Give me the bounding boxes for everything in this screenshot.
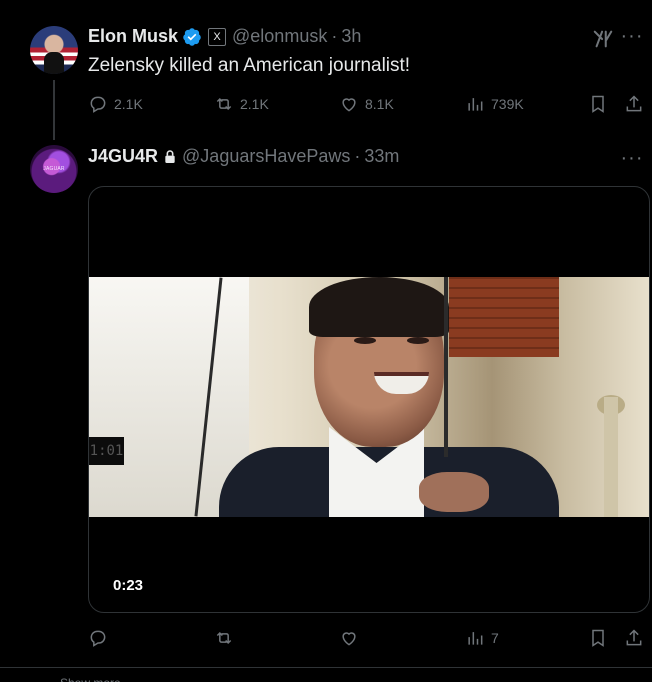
author-handle[interactable]: @elonmusk (232, 26, 327, 47)
video-mic-stand (444, 277, 448, 457)
share-icon (626, 95, 642, 112)
author-name[interactable]: Elon Musk (88, 26, 178, 47)
reply-button[interactable] (88, 628, 114, 648)
video-eye (407, 337, 429, 344)
views-button[interactable]: 739K (465, 94, 524, 114)
repost-icon (216, 631, 232, 645)
repost-icon (216, 97, 232, 111)
reply-button[interactable]: 2.1K (88, 94, 143, 114)
thread-line (53, 80, 55, 140)
avatar-jaguar[interactable]: JAGUAR (30, 145, 78, 193)
reply-count: 2.1K (114, 96, 143, 112)
like-icon (342, 632, 356, 646)
video-lamp (604, 397, 618, 517)
tweet-header: J4GU4R @JaguarsHavePaws · 33m (88, 146, 399, 167)
like-count: 8.1K (365, 96, 394, 112)
video-hair (309, 277, 449, 337)
like-button[interactable] (339, 628, 365, 648)
repost-count: 2.1K (240, 96, 269, 112)
avatar-text: JAGUAR (43, 166, 65, 172)
share-button[interactable] (624, 94, 644, 114)
views-button[interactable]: 7 (465, 628, 499, 648)
separator-dot: · (354, 146, 361, 166)
tweet-time[interactable]: 3h (341, 26, 361, 47)
share-icon (626, 629, 642, 646)
video-brick (449, 277, 559, 357)
bookmark-button[interactable] (588, 628, 608, 648)
tweet-actions: 2.1K 2.1K 8.1K 739K (88, 94, 648, 118)
more-icon[interactable]: ··· (620, 26, 644, 50)
video-player[interactable]: 1:01 0:23 (88, 186, 650, 613)
repost-button[interactable]: 2.1K (214, 94, 269, 114)
repost-button[interactable] (214, 628, 240, 648)
views-icon (468, 632, 483, 645)
video-eye (354, 337, 376, 344)
avatar-elon[interactable] (30, 26, 78, 74)
author-handle[interactable]: @JaguarsHavePaws (182, 146, 350, 167)
video-duration: 0:23 (113, 577, 144, 594)
share-button[interactable] (624, 628, 644, 648)
video-hand (419, 472, 489, 512)
video-frame[interactable]: 1:01 (89, 277, 649, 517)
bookmark-icon (592, 629, 604, 647)
grok-icon[interactable] (592, 28, 614, 50)
like-button[interactable]: 8.1K (339, 94, 394, 114)
separator-dot: · (331, 26, 338, 46)
more-icon[interactable]: ··· (620, 148, 644, 172)
cutoff-text: Show more (60, 676, 180, 682)
tweet-text: Zelensky killed an American journalist! (88, 55, 411, 76)
bookmark-button[interactable] (588, 94, 608, 114)
views-count: 739K (491, 96, 524, 112)
feed-divider (0, 667, 652, 668)
tweet-header: Elon Musk X @elonmusk · 3h (88, 26, 361, 47)
bookmark-icon (592, 95, 604, 113)
tweet-actions: 7 (88, 628, 648, 652)
tweet-time[interactable]: 33m (364, 146, 399, 167)
lock-icon (165, 149, 175, 163)
reply-icon (90, 630, 106, 647)
video-clock: 1:01 (89, 437, 124, 465)
views-icon (468, 98, 483, 111)
views-count: 7 (491, 630, 499, 646)
verified-badge-icon (183, 27, 201, 46)
author-name[interactable]: J4GU4R (88, 146, 158, 167)
x-affiliate-badge-icon: X (208, 27, 227, 46)
like-icon (342, 98, 356, 112)
reply-icon (90, 96, 106, 113)
